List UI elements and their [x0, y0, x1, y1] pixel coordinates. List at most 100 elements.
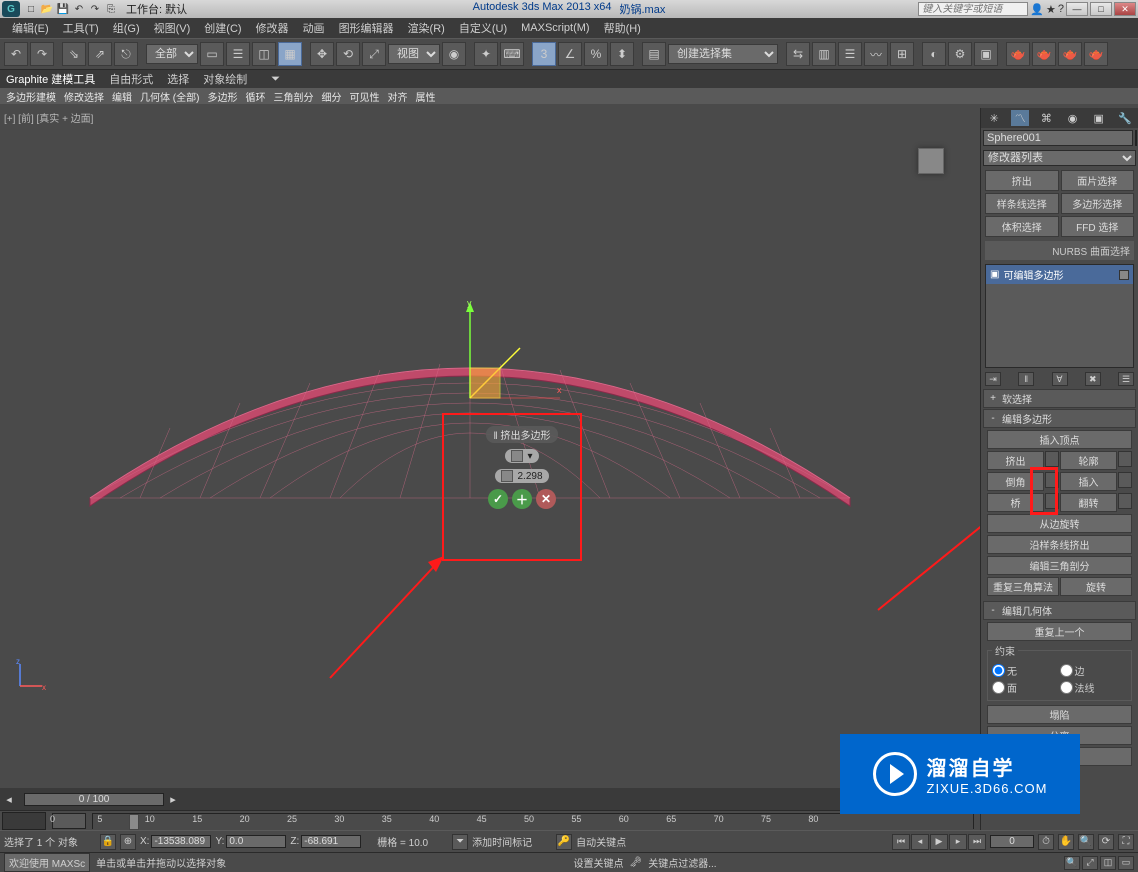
- constrain-none[interactable]: 无: [992, 663, 1060, 678]
- render-prod-button[interactable]: 🫖: [1006, 42, 1030, 66]
- flip-settings-button[interactable]: [1118, 493, 1132, 509]
- ribbon-panel-edit[interactable]: 编辑: [112, 89, 132, 104]
- search-input[interactable]: [918, 2, 1028, 16]
- keyfilters-button[interactable]: 关键点过滤器...: [648, 855, 716, 870]
- unlink-button[interactable]: ⇗: [88, 42, 112, 66]
- y-input[interactable]: [226, 835, 286, 848]
- ribbon-panel-visibility[interactable]: 可见性: [349, 89, 379, 104]
- lock-selection-icon[interactable]: 🔒: [100, 834, 116, 850]
- stack-toggle-icon[interactable]: [1119, 270, 1129, 280]
- time-ruler[interactable]: 0 5 10 15 20 25 30 35 40 45 50 55 60 65 …: [50, 812, 840, 826]
- sel-btn-volume[interactable]: 体积选择: [985, 216, 1059, 237]
- caddy-apply-button[interactable]: ＋: [512, 489, 532, 509]
- bind-button[interactable]: ⎋: [114, 42, 138, 66]
- close-button[interactable]: ✕: [1114, 2, 1136, 16]
- move-button[interactable]: ✥: [310, 42, 334, 66]
- constrain-edge[interactable]: 边: [1060, 663, 1128, 678]
- nav-region-icon[interactable]: ▭: [1118, 856, 1134, 870]
- ribbon-panel-modifysel[interactable]: 修改选择: [64, 89, 104, 104]
- ribbon-tab-graphite[interactable]: Graphite 建模工具: [6, 71, 95, 87]
- star-icon[interactable]: ★: [1046, 3, 1056, 16]
- menu-views[interactable]: 视图(V): [148, 18, 197, 38]
- mirror-button[interactable]: ⇆: [786, 42, 810, 66]
- ribbon-tab-selection[interactable]: 选择: [167, 71, 189, 87]
- nav-fov-icon[interactable]: ◫: [1100, 856, 1116, 870]
- nurbs-select-button[interactable]: NURBS 曲面选择: [985, 241, 1134, 260]
- nav-pan-icon[interactable]: ✋: [1058, 834, 1074, 850]
- flip-button[interactable]: 翻转: [1060, 493, 1117, 512]
- constrain-face[interactable]: 面: [992, 680, 1060, 695]
- redo-icon[interactable]: ↷: [88, 2, 102, 16]
- menu-edit[interactable]: 编辑(E): [6, 18, 55, 38]
- snap-button[interactable]: 3: [532, 42, 556, 66]
- move-gizmo[interactable]: [430, 298, 570, 418]
- edged-faces-button[interactable]: ▤: [642, 42, 666, 66]
- menu-customize[interactable]: 自定义(U): [453, 18, 513, 38]
- edit-tri-button[interactable]: 编辑三角剖分: [987, 556, 1132, 575]
- hinge-button[interactable]: 从边旋转: [987, 514, 1132, 533]
- ribbon-panel-loops[interactable]: 循环: [245, 89, 265, 104]
- percent-snap-button[interactable]: %: [584, 42, 608, 66]
- tab-utilities-icon[interactable]: 🔧: [1116, 110, 1134, 126]
- select-button[interactable]: ▭: [200, 42, 224, 66]
- workspace-label[interactable]: 工作台: 默认: [126, 1, 187, 17]
- maximize-button[interactable]: □: [1090, 2, 1112, 16]
- menu-tools[interactable]: 工具(T): [57, 18, 105, 38]
- object-color-swatch[interactable]: [1135, 130, 1137, 146]
- time-tag-icon[interactable]: ⏷: [452, 834, 468, 850]
- menu-create[interactable]: 创建(C): [198, 18, 247, 38]
- prev-frame-icon[interactable]: ◂: [911, 834, 929, 850]
- ribbon-tab-freeform[interactable]: 自由形式: [109, 71, 153, 87]
- abs-rel-icon[interactable]: ⊕: [120, 834, 136, 850]
- tab-create-icon[interactable]: ✳: [985, 110, 1003, 126]
- setkey-button[interactable]: 设置关键点: [574, 855, 624, 870]
- bevel-button[interactable]: 倒角: [987, 472, 1044, 491]
- ribbon-panel-align[interactable]: 对齐: [387, 89, 407, 104]
- ribbon-panel-geometry[interactable]: 几何体 (全部): [140, 89, 199, 104]
- extrude-spline-button[interactable]: 沿样条线挤出: [987, 535, 1132, 554]
- nav-zoom2-icon[interactable]: 🔍: [1064, 856, 1080, 870]
- new-icon[interactable]: □: [24, 2, 38, 16]
- bridge-button[interactable]: 桥: [987, 493, 1044, 512]
- remove-mod-icon[interactable]: ✖: [1085, 372, 1101, 386]
- time-slider[interactable]: 0 / 100: [24, 793, 164, 806]
- caddy-mode[interactable]: ▾: [505, 449, 538, 463]
- key-large-icon[interactable]: 🗝: [630, 857, 643, 868]
- goto-end-icon[interactable]: ⏭: [968, 834, 986, 850]
- ribbon-expand-icon[interactable]: ⏷: [271, 73, 280, 86]
- goto-start-icon[interactable]: ⏮: [892, 834, 910, 850]
- ref-coord-dropdown[interactable]: 视图: [388, 44, 440, 64]
- menu-rendering[interactable]: 渲染(R): [402, 18, 451, 38]
- menu-animation[interactable]: 动画: [297, 18, 331, 38]
- viewport[interactable]: [+] [前] [真实 + 边面]: [0, 108, 980, 788]
- configure-icon[interactable]: ☰: [1118, 372, 1134, 386]
- ribbon-panel-subdiv[interactable]: 细分: [321, 89, 341, 104]
- ribbon-panel-tris[interactable]: 三角剖分: [273, 89, 313, 104]
- unique-icon[interactable]: ∀: [1052, 372, 1068, 386]
- tab-display-icon[interactable]: ▣: [1090, 110, 1108, 126]
- ribbon-tab-objectpaint[interactable]: 对象绘制: [203, 71, 247, 87]
- layers-button[interactable]: ☰: [838, 42, 862, 66]
- render-setup-button[interactable]: ⚙: [948, 42, 972, 66]
- sel-btn-patch[interactable]: 面片选择: [1061, 170, 1135, 191]
- next-frame-icon[interactable]: ▸: [949, 834, 967, 850]
- undo-icon[interactable]: ↶: [72, 2, 86, 16]
- collapse-button[interactable]: 塌陷: [987, 705, 1132, 724]
- select-region-button[interactable]: ◫: [252, 42, 276, 66]
- outline-button[interactable]: 轮廓: [1060, 451, 1117, 470]
- align-button[interactable]: ▥: [812, 42, 836, 66]
- viewport-label[interactable]: [+] [前] [真实 + 边面]: [4, 110, 93, 125]
- sel-btn-ffd[interactable]: FFD 选择: [1061, 216, 1135, 237]
- stack-item-editable-poly[interactable]: ▣ 可编辑多边形: [986, 265, 1133, 284]
- show-end-icon[interactable]: ‖: [1018, 372, 1034, 386]
- pin-stack-icon[interactable]: ⇥: [985, 372, 1001, 386]
- ribbon-panel-polymodel[interactable]: 多边形建模: [6, 89, 56, 104]
- caddy-cancel-button[interactable]: ✕: [536, 489, 556, 509]
- extrude-settings-button[interactable]: [1045, 451, 1059, 467]
- window-crossing-button[interactable]: ▦: [278, 42, 302, 66]
- nav-max-icon[interactable]: ⛶: [1118, 834, 1134, 850]
- extrude-button[interactable]: 挤出: [987, 451, 1044, 470]
- render-button[interactable]: 🫖: [1084, 42, 1108, 66]
- inset-settings-button[interactable]: [1118, 472, 1132, 488]
- bevel-settings-button[interactable]: [1045, 472, 1059, 488]
